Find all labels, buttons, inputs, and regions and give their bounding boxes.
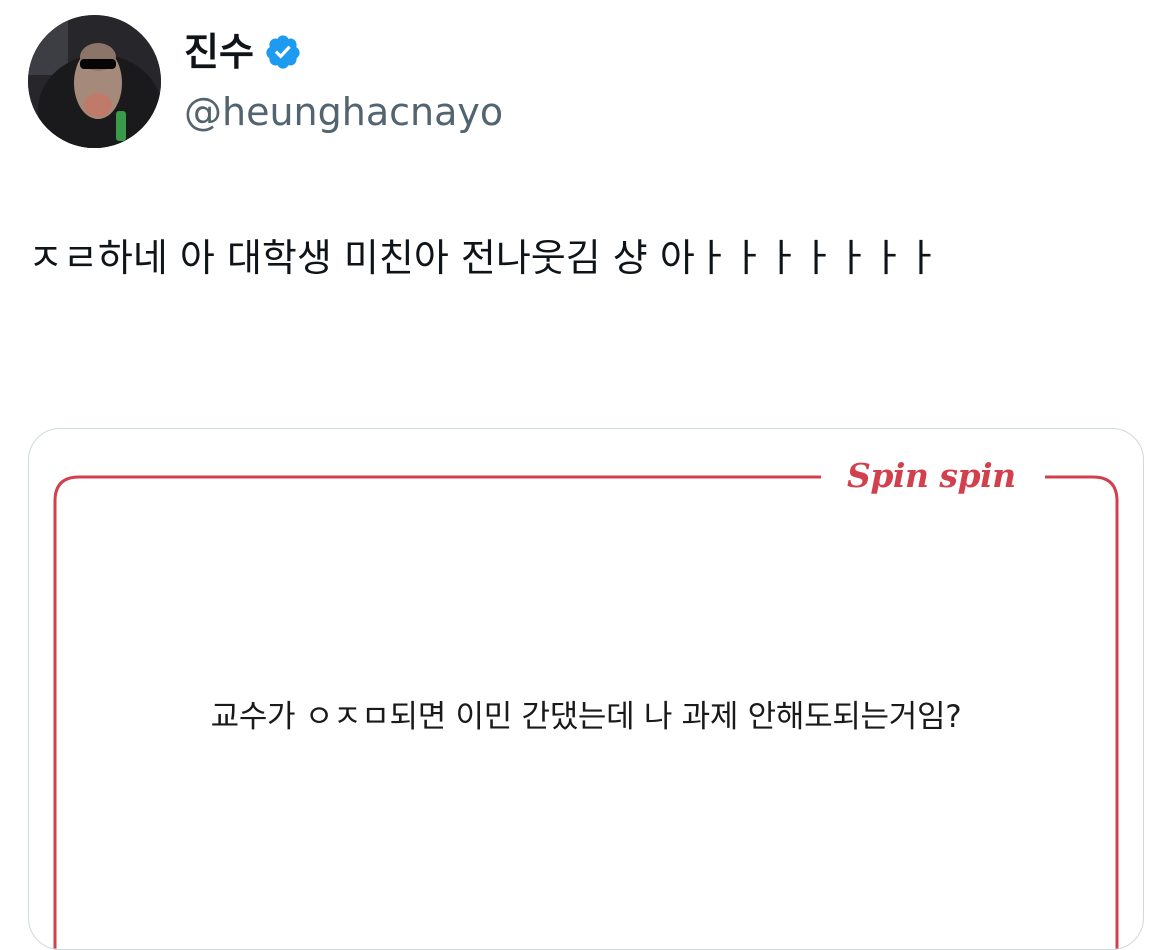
brand-logo: Spin spin [847,456,1016,495]
card-frame [53,475,1119,949]
handle[interactable]: @heunghacnayo [184,89,503,135]
display-name[interactable]: 진수 [184,29,254,75]
tweet-text: ㅈㄹ하네 아 대학생 미친아 전나웃김 샹 아ㅏㅏㅏㅏㅏㅏㅏ [28,236,940,280]
avatar-image [28,15,161,148]
verified-badge-icon [264,33,302,71]
tweet-header: 진수 @heunghacnayo [28,15,728,149]
card-question: 교수가 ㅇㅈㅁ되면 이민 간댔는데 나 과제 안해도되는거임? [210,699,962,735]
avatar[interactable] [28,15,161,148]
media-card[interactable]: Spin spin 교수가 ㅇㅈㅁ되면 이민 간댔는데 나 과제 안해도되는거임… [28,428,1144,950]
